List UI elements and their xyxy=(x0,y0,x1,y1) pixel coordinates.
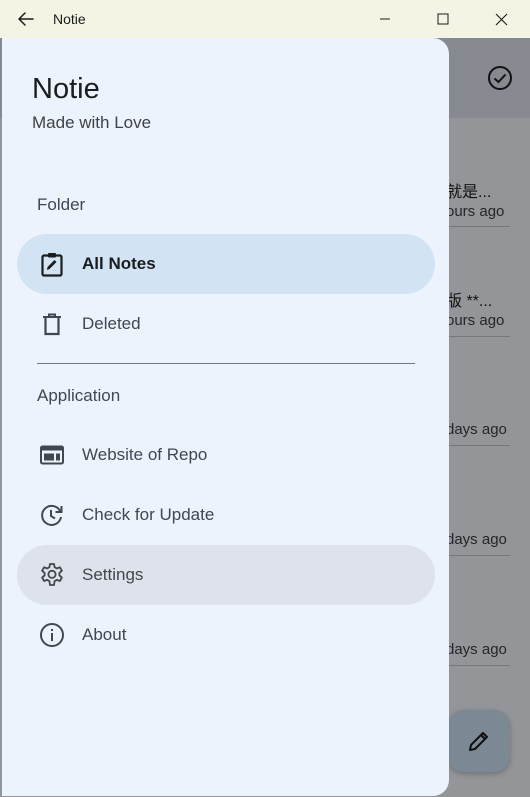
drawer-app-name: Notie xyxy=(32,73,100,105)
folder-section-title: Folder xyxy=(37,195,86,214)
update-icon xyxy=(38,501,66,529)
arrow-left-icon xyxy=(18,12,34,26)
nav-item-label: Deleted xyxy=(82,314,141,333)
nav-item-settings[interactable]: Settings xyxy=(17,545,435,605)
clipboard-edit-icon xyxy=(38,250,66,278)
back-button[interactable] xyxy=(0,0,52,38)
gear-icon xyxy=(38,561,66,589)
minimize-button[interactable] xyxy=(356,0,414,38)
close-button[interactable] xyxy=(472,0,530,38)
maximize-icon xyxy=(437,13,449,25)
nav-item-all-notes[interactable]: All Notes xyxy=(17,234,435,294)
nav-item-label: About xyxy=(82,625,127,644)
drawer-tagline: Made with Love xyxy=(32,113,152,132)
trash-icon xyxy=(38,310,66,338)
application-section-title: Application xyxy=(37,386,121,405)
nav-item-deleted[interactable]: Deleted xyxy=(17,294,435,354)
close-icon xyxy=(495,13,507,25)
nav-item-label: Check for Update xyxy=(82,505,215,524)
nav-item-label: All Notes xyxy=(82,254,156,273)
web-icon xyxy=(38,441,66,469)
navigation-drawer: Notie Made with Love Folder All Notes De… xyxy=(2,38,449,796)
info-icon xyxy=(38,621,66,649)
nav-item-label: Settings xyxy=(82,565,144,584)
drawer-divider xyxy=(37,363,415,364)
nav-item-check-for-update[interactable]: Check for Update xyxy=(17,485,435,545)
window-title: Notie xyxy=(53,11,86,27)
maximize-button[interactable] xyxy=(414,0,472,38)
window-titlebar: Notie xyxy=(0,0,530,38)
minimize-icon xyxy=(380,18,390,20)
nav-item-website-of-repo[interactable]: Website of Repo xyxy=(17,425,435,485)
nav-item-label: Website of Repo xyxy=(82,445,208,464)
nav-item-about[interactable]: About xyxy=(17,605,435,665)
